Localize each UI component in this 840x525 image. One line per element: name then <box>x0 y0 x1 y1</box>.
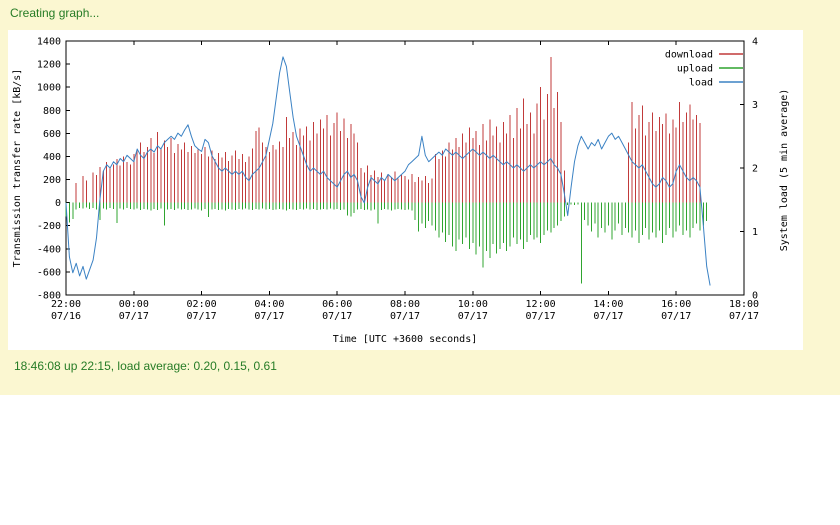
svg-text:06:00: 06:00 <box>322 299 352 310</box>
network-load-graph: 22:0007/1600:0007/1702:0007/1704:0007/17… <box>8 30 803 350</box>
svg-text:04:00: 04:00 <box>254 299 284 310</box>
svg-text:07/17: 07/17 <box>119 311 149 322</box>
svg-text:07/17: 07/17 <box>593 311 623 322</box>
uptime-status-text: 18:46:08 up 22:15, load average: 0.20, 0… <box>14 359 277 373</box>
svg-text:07/17: 07/17 <box>254 311 284 322</box>
left-axis-label: Transmission transfer rate [kB/s] <box>12 69 23 268</box>
svg-text:08:00: 08:00 <box>390 299 420 310</box>
page-title: Creating graph... <box>10 6 99 20</box>
svg-text:0: 0 <box>55 198 61 209</box>
svg-text:800: 800 <box>43 106 61 117</box>
legend: download upload load <box>665 50 743 89</box>
svg-text:1200: 1200 <box>37 60 61 71</box>
upload-series <box>66 203 707 284</box>
svg-text:1: 1 <box>752 227 758 238</box>
svg-text:07/17: 07/17 <box>390 311 420 322</box>
svg-text:07/17: 07/17 <box>729 311 759 322</box>
legend-label-upload: upload <box>677 64 713 75</box>
svg-text:1400: 1400 <box>37 37 61 48</box>
svg-text:07/17: 07/17 <box>322 311 352 322</box>
legend-label-load: load <box>689 78 713 89</box>
svg-text:07/17: 07/17 <box>458 311 488 322</box>
svg-text:4: 4 <box>752 37 758 48</box>
svg-text:Time [UTC +3600 seconds]: Time [UTC +3600 seconds] <box>333 334 478 345</box>
svg-text:-600: -600 <box>37 267 61 278</box>
page-panel: Creating graph... 22:0007/1600:0007/1702… <box>0 0 840 395</box>
svg-text:14:00: 14:00 <box>593 299 623 310</box>
legend-label-download: download <box>665 50 713 61</box>
download-series <box>76 57 700 202</box>
svg-text:00:00: 00:00 <box>119 299 149 310</box>
svg-text:600: 600 <box>43 129 61 140</box>
svg-text:02:00: 02:00 <box>187 299 217 310</box>
svg-text:Transmission transfer rate [kB: Transmission transfer rate [kB/s] <box>12 69 23 268</box>
svg-text:-200: -200 <box>37 221 61 232</box>
svg-text:07/16: 07/16 <box>51 311 81 322</box>
svg-text:3: 3 <box>752 100 758 111</box>
svg-text:2: 2 <box>752 164 758 175</box>
svg-text:16:00: 16:00 <box>661 299 691 310</box>
svg-text:07/17: 07/17 <box>661 311 691 322</box>
svg-text:-800: -800 <box>37 291 61 302</box>
x-axis-label: Time [UTC +3600 seconds] <box>333 334 478 345</box>
svg-text:1000: 1000 <box>37 83 61 94</box>
svg-text:System load (5 min average): System load (5 min average) <box>779 89 790 252</box>
svg-text:200: 200 <box>43 175 61 186</box>
svg-text:07/17: 07/17 <box>526 311 556 322</box>
svg-text:10:00: 10:00 <box>458 299 488 310</box>
load-series <box>66 57 710 286</box>
svg-text:400: 400 <box>43 152 61 163</box>
svg-text:0: 0 <box>752 291 758 302</box>
bandwidth-graph-image: 22:0007/1600:0007/1702:0007/1704:0007/17… <box>8 30 803 350</box>
svg-text:-400: -400 <box>37 244 61 255</box>
svg-text:07/17: 07/17 <box>187 311 217 322</box>
right-axis-label: System load (5 min average) <box>779 89 790 252</box>
svg-text:12:00: 12:00 <box>526 299 556 310</box>
